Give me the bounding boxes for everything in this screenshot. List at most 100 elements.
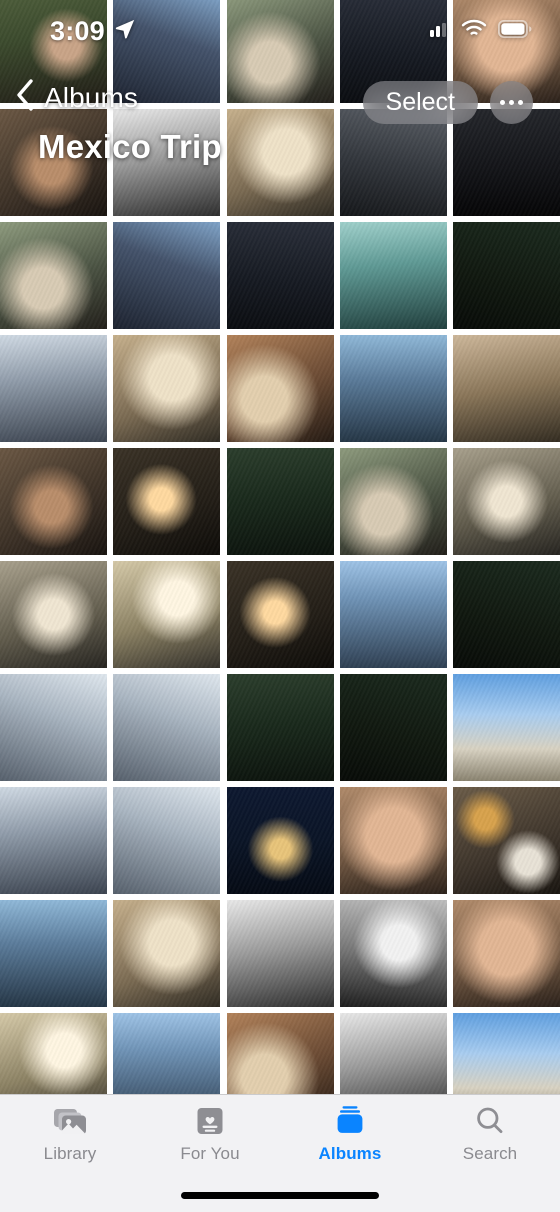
photo-thumbnail[interactable] xyxy=(113,335,221,442)
photo-thumbnail[interactable] xyxy=(113,222,221,329)
photo-15 xyxy=(453,222,560,329)
photo-thumbnail[interactable] xyxy=(453,1013,560,1094)
photo-25 xyxy=(453,448,560,555)
photo-thumbnail[interactable] xyxy=(226,900,334,1007)
photo-31 xyxy=(0,674,107,781)
wifi-icon xyxy=(461,19,487,43)
photo-30 xyxy=(453,561,560,668)
photo-thumbnail[interactable] xyxy=(453,674,560,781)
photo-thumbnail[interactable] xyxy=(453,222,560,329)
photo-29 xyxy=(339,561,447,668)
back-button-label: Albums xyxy=(44,81,138,113)
tab-for-you[interactable]: For You xyxy=(140,1095,280,1164)
photo-41 xyxy=(0,900,107,1007)
photo-49 xyxy=(339,1013,447,1094)
photo-thumbnail[interactable] xyxy=(113,561,221,668)
photo-27 xyxy=(113,561,221,668)
battery-icon xyxy=(497,19,532,43)
photo-48 xyxy=(226,1013,334,1094)
photo-thumbnail[interactable] xyxy=(113,448,221,555)
photo-thumbnail[interactable] xyxy=(0,674,107,781)
photo-thumbnail[interactable] xyxy=(453,900,560,1007)
photo-thumbnail[interactable] xyxy=(0,222,107,329)
photo-16 xyxy=(0,335,107,442)
photo-20 xyxy=(453,335,560,442)
photo-thumbnail[interactable] xyxy=(113,787,221,894)
tab-library[interactable]: Library xyxy=(0,1095,140,1164)
back-to-albums-button[interactable]: Albums xyxy=(14,78,138,117)
photo-35 xyxy=(453,674,560,781)
photo-26 xyxy=(0,561,107,668)
photo-thumbnail[interactable] xyxy=(453,448,560,555)
navigation-bar: Albums Mexico Trip Select xyxy=(0,62,560,204)
photo-thumbnail[interactable] xyxy=(113,900,221,1007)
photo-thumbnail[interactable] xyxy=(0,561,107,668)
photo-11 xyxy=(0,222,107,329)
photo-36 xyxy=(0,787,107,894)
photo-thumbnail[interactable] xyxy=(339,1013,447,1094)
photo-thumbnail[interactable] xyxy=(226,561,334,668)
photo-thumbnail[interactable] xyxy=(339,222,447,329)
photo-thumbnail[interactable] xyxy=(0,900,107,1007)
photo-14 xyxy=(339,222,447,329)
tab-search[interactable]: Search xyxy=(420,1095,560,1164)
more-options-button[interactable] xyxy=(490,81,533,124)
photo-thumbnail[interactable] xyxy=(339,335,447,442)
photo-thumbnail[interactable] xyxy=(339,448,447,555)
photo-50 xyxy=(453,1013,560,1094)
photo-thumbnail[interactable] xyxy=(339,561,447,668)
photo-thumbnail[interactable] xyxy=(339,787,447,894)
photo-thumbnail[interactable] xyxy=(339,900,447,1007)
photo-thumbnail[interactable] xyxy=(113,674,221,781)
photo-22 xyxy=(113,448,221,555)
nav-actions: Select xyxy=(362,81,533,124)
photo-47 xyxy=(113,1013,221,1094)
magnifier-icon xyxy=(474,1104,506,1138)
status-bar-left: 3:09 xyxy=(50,16,136,47)
photo-12 xyxy=(113,222,221,329)
photo-thumbnail[interactable] xyxy=(453,787,560,894)
tab-search-label: Search xyxy=(462,1144,518,1163)
photo-24 xyxy=(339,448,447,555)
photo-thumbnail[interactable] xyxy=(226,448,334,555)
photo-13 xyxy=(226,222,334,329)
photo-thumbnail[interactable] xyxy=(0,1013,107,1094)
photo-33 xyxy=(226,674,334,781)
tab-library-label: Library xyxy=(43,1144,97,1163)
photo-thumbnail[interactable] xyxy=(0,448,107,555)
albums-stack-icon xyxy=(333,1104,367,1138)
photo-38 xyxy=(226,787,334,894)
photo-thumbnail[interactable] xyxy=(339,674,447,781)
photo-44 xyxy=(339,900,447,1007)
photo-thumbnail[interactable] xyxy=(226,674,334,781)
photo-19 xyxy=(339,335,447,442)
select-button[interactable]: Select xyxy=(362,81,478,124)
photo-thumbnail[interactable] xyxy=(226,787,334,894)
photo-42 xyxy=(113,900,221,1007)
photo-34 xyxy=(339,674,447,781)
photo-17 xyxy=(113,335,221,442)
photo-thumbnail[interactable] xyxy=(226,1013,334,1094)
chevron-left-icon xyxy=(14,78,36,117)
photo-thumbnail[interactable] xyxy=(226,222,334,329)
photo-thumbnail[interactable] xyxy=(0,335,107,442)
photo-21 xyxy=(0,448,107,555)
photos-album-screen: 3:09 Albums Mexico Trip Select Library F… xyxy=(0,0,560,1212)
photo-thumbnail[interactable] xyxy=(0,787,107,894)
photo-thumbnail[interactable] xyxy=(453,335,560,442)
cellular-signal-icon xyxy=(430,21,450,42)
photo-thumbnail[interactable] xyxy=(453,561,560,668)
photo-thumbnail[interactable] xyxy=(226,335,334,442)
photo-37 xyxy=(113,787,221,894)
album-title: Mexico Trip xyxy=(38,128,222,165)
tab-albums-label: Albums xyxy=(318,1144,382,1163)
heart-card-icon xyxy=(195,1104,225,1138)
photo-thumbnail[interactable] xyxy=(113,1013,221,1094)
photo-40 xyxy=(453,787,560,894)
status-clock: 3:09 xyxy=(50,15,105,46)
photo-stack-icon xyxy=(53,1104,87,1138)
tab-albums[interactable]: Albums xyxy=(280,1095,420,1164)
location-arrow-icon xyxy=(114,18,136,45)
photo-43 xyxy=(226,900,334,1007)
photo-32 xyxy=(113,674,221,781)
